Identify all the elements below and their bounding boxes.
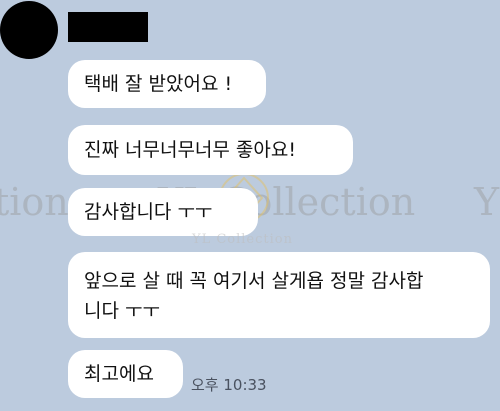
chat-area: 택배 잘 받았어요 ! 진짜 너무너무너무 좋아요! 감사합니다 ㅜㅜ 앞으로 … — [0, 0, 500, 411]
message-text: 최고에요 — [84, 363, 154, 385]
message-text: 앞으로 살 때 꼭 여기서 살게욥 정말 감사합 니다 ㅜㅜ — [84, 270, 424, 322]
watermark-text-left: tion — [0, 180, 69, 224]
message-bubble[interactable]: 감사합니다 ㅜㅜ — [68, 188, 258, 236]
message-text: 감사합니다 ㅜㅜ — [84, 201, 213, 223]
message-text: 진짜 너무너무너무 좋아요! — [84, 139, 296, 161]
message-bubble[interactable]: 택배 잘 받았어요 ! — [68, 60, 266, 108]
message-bubble[interactable]: 앞으로 살 때 꼭 여기서 살게욥 정말 감사합 니다 ㅜㅜ — [68, 252, 490, 338]
avatar[interactable] — [0, 1, 58, 59]
watermark-subtext: YL Collection — [192, 232, 293, 247]
message-timestamp: 오후 10:33 — [191, 376, 267, 394]
message-bubble[interactable]: 진짜 너무너무너무 좋아요! — [68, 125, 353, 175]
message-text: 택배 잘 받았어요 ! — [84, 73, 233, 95]
message-bubble[interactable]: 최고에요 — [68, 350, 183, 398]
sender-name-redacted — [68, 12, 148, 42]
watermark-text-right: Y — [474, 180, 500, 224]
